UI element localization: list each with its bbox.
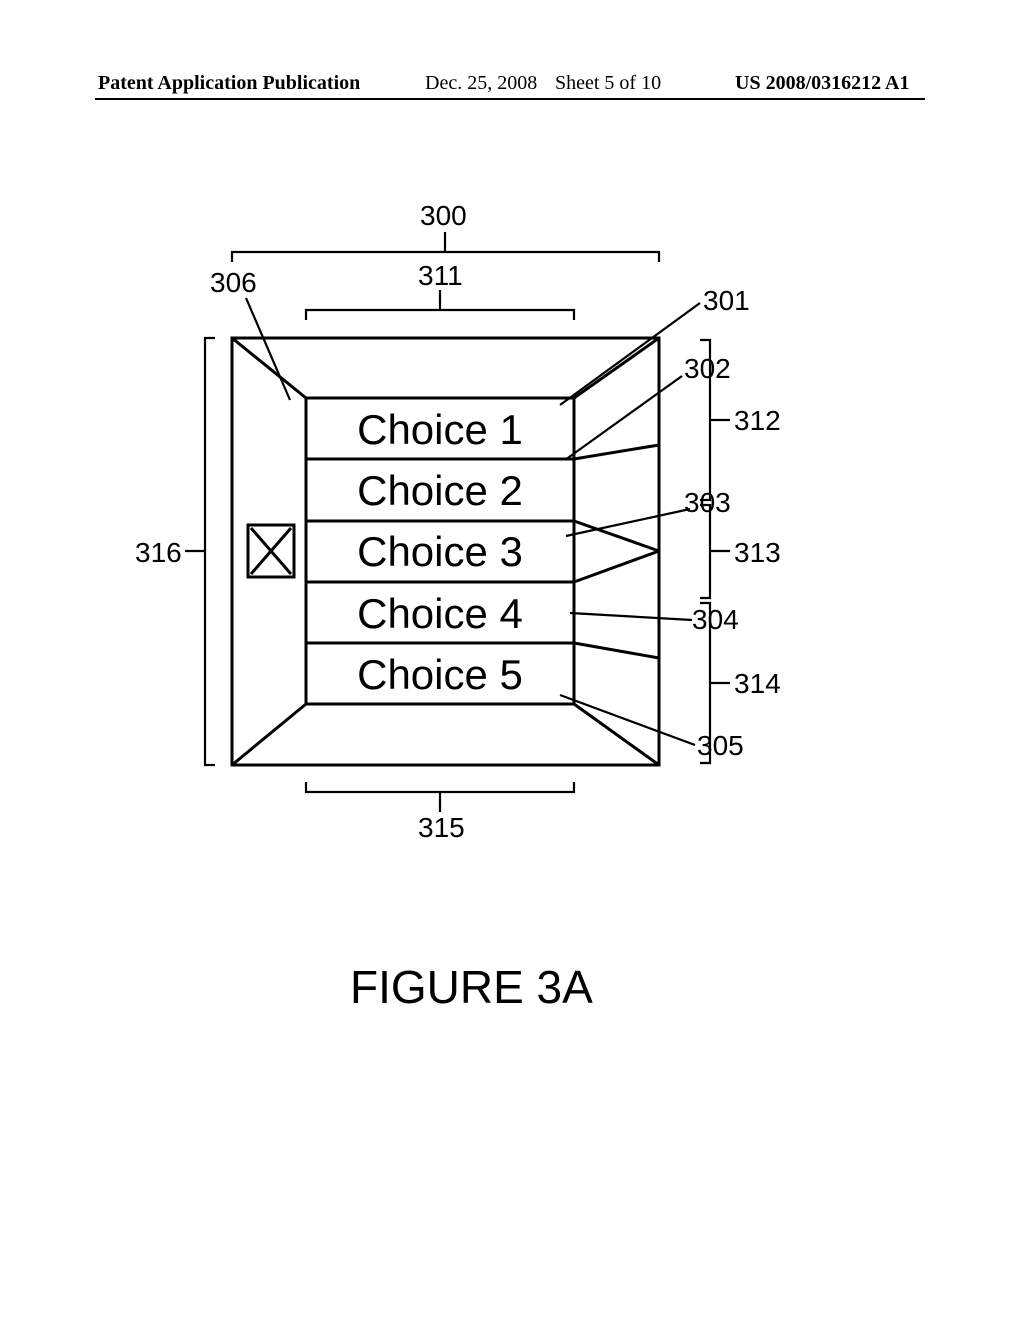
label-315: 315 <box>418 812 465 844</box>
figure-caption: FIGURE 3A <box>350 960 593 1014</box>
label-302: 302 <box>684 353 731 385</box>
choice-4: Choice 4 <box>306 590 574 638</box>
label-303: 303 <box>684 487 731 519</box>
label-304: 304 <box>692 604 739 636</box>
choice-1: Choice 1 <box>306 406 574 454</box>
label-306: 306 <box>210 267 257 299</box>
label-305: 305 <box>697 730 744 762</box>
label-313: 313 <box>734 537 781 569</box>
label-311: 311 <box>418 260 463 292</box>
choice-3: Choice 3 <box>306 528 574 576</box>
page: Patent Application Publication Dec. 25, … <box>0 0 1024 1320</box>
choice-5: Choice 5 <box>306 651 574 699</box>
choice-2: Choice 2 <box>306 467 574 515</box>
label-300: 300 <box>420 200 467 232</box>
label-312: 312 <box>734 405 781 437</box>
label-316: 316 <box>135 537 182 569</box>
label-314: 314 <box>734 668 781 700</box>
label-301: 301 <box>703 285 750 317</box>
